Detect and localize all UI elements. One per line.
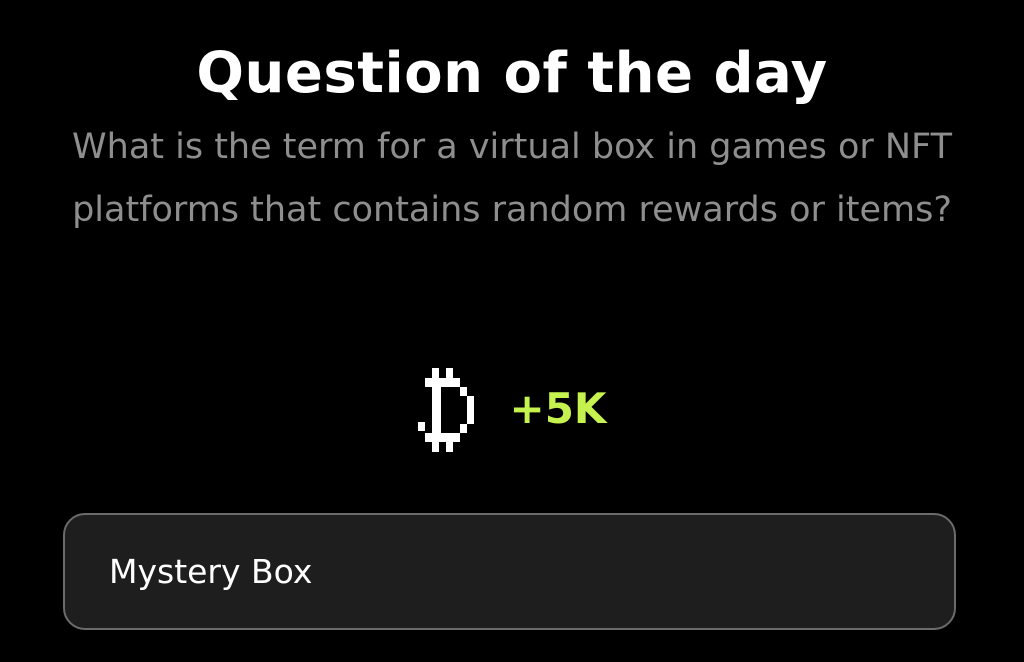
reward-amount: +5K — [509, 384, 607, 433]
reward-row: +5K — [0, 368, 1024, 452]
answer-option[interactable]: Mystery Box — [63, 513, 956, 630]
question-text: What is the term for a virtual box in ga… — [72, 127, 952, 230]
page-title: Question of the day — [196, 41, 828, 106]
answer-label: Mystery Box — [109, 551, 313, 591]
pixel-currency-icon — [417, 368, 474, 452]
